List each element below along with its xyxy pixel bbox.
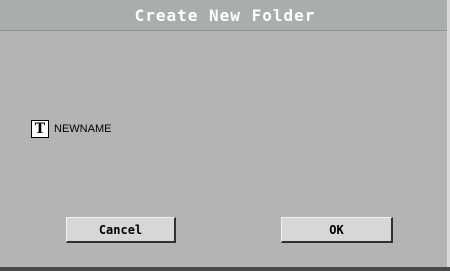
- dialog-bottom-edge: [0, 267, 450, 271]
- ok-button[interactable]: OK: [281, 217, 393, 243]
- text-edit-icon[interactable]: T: [31, 120, 49, 138]
- dialog-title: Create New Folder: [134, 5, 316, 25]
- cancel-button[interactable]: Cancel: [66, 217, 176, 243]
- folder-name-row: T NEWNAME: [31, 120, 111, 138]
- folder-name-value: NEWNAME: [54, 123, 112, 135]
- dialog-title-bar: Create New Folder: [0, 0, 450, 31]
- create-folder-dialog: Create New Folder T NEWNAME Cancel OK: [0, 0, 450, 267]
